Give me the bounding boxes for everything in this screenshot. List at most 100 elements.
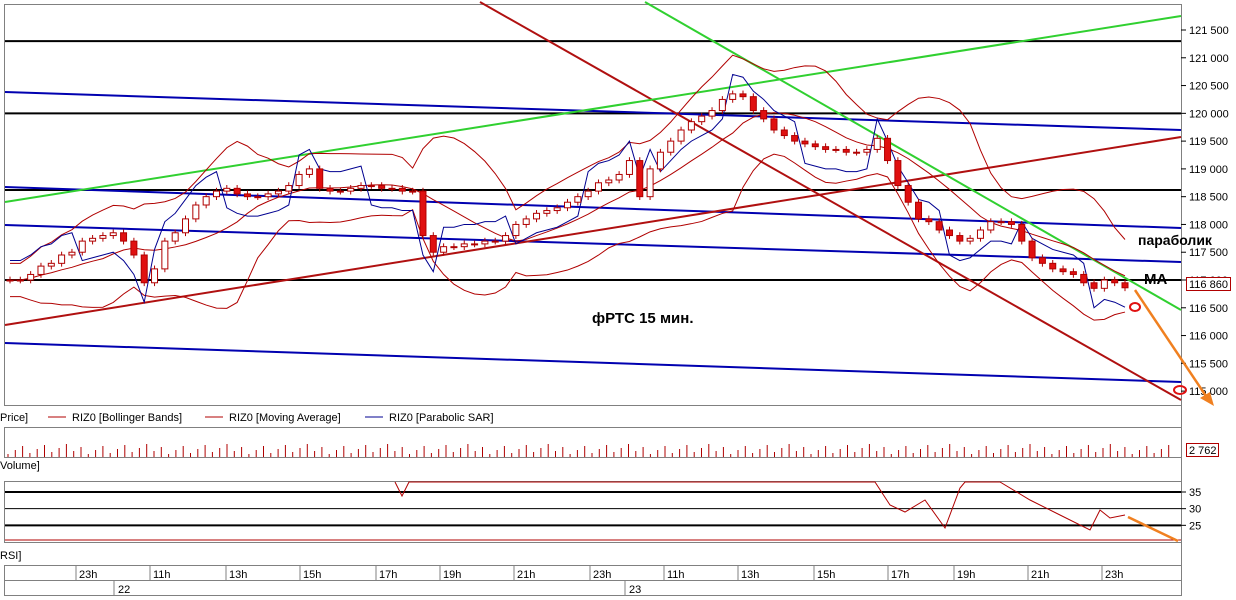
rsi-tick-label: 30: [1189, 504, 1201, 516]
time-hour-label: 15h: [817, 569, 835, 581]
candle-body: [326, 187, 334, 192]
candle-body: [1049, 262, 1057, 270]
candle-body: [264, 193, 272, 198]
time-hour-label: 23h: [1105, 569, 1123, 581]
candle-body: [1090, 282, 1098, 289]
candle-body: [171, 232, 179, 242]
candle-body: [202, 196, 210, 206]
candle-body: [739, 93, 747, 98]
price-axis-ticks: 121 500 121 000 120 500 120 000 119 500 119 0…: [1181, 25, 1229, 398]
time-hour-label: 13h: [741, 569, 759, 581]
candle-body: [1080, 273, 1088, 284]
candle-body: [316, 168, 324, 189]
candle-body: [884, 137, 892, 162]
trading-chart: 121 500 121 000 120 500 120 000 119 500 119 0…: [0, 1, 1231, 596]
price-tick-label: 119 000: [1189, 164, 1228, 176]
candle-body: [615, 173, 623, 181]
candle-body: [605, 179, 613, 184]
price-tick-label: 121 000: [1189, 53, 1229, 65]
volume-value-label: 2 762: [1189, 445, 1217, 457]
candle-body: [956, 235, 964, 242]
candle-body: [16, 279, 24, 282]
candle-body: [791, 135, 799, 142]
candle-body: [481, 240, 489, 245]
candle-body: [677, 129, 685, 142]
time-hour-label: 11h: [153, 569, 171, 581]
price-tick-label: 121 500: [1189, 25, 1229, 37]
candle-body: [460, 243, 468, 248]
candle-body: [285, 185, 293, 192]
candle-body: [68, 251, 76, 256]
candle-body: [1111, 279, 1119, 284]
candle-body: [6, 279, 14, 282]
candle-body: [636, 160, 644, 198]
candle-body: [863, 148, 871, 153]
candle-body: [429, 235, 437, 253]
rsi-tick-label: 35: [1189, 487, 1201, 499]
candle-body: [78, 240, 86, 253]
candle-body: [440, 246, 448, 253]
price-tick-label: 119 500: [1189, 136, 1228, 148]
candle-body: [58, 254, 66, 264]
time-hour-label: 17h: [891, 569, 909, 581]
candle-body: [233, 187, 241, 195]
legend-moving-average: RIZ0 [Moving Average]: [229, 412, 341, 424]
legend-rsi: RSI]: [0, 550, 21, 562]
candle-body: [305, 168, 313, 175]
candle-body: [1007, 221, 1015, 225]
candle-body: [780, 129, 788, 137]
price-tick-label: 118 000: [1189, 219, 1228, 231]
candle-body: [667, 140, 675, 153]
candle-body: [47, 262, 55, 267]
candle-body: [409, 190, 417, 193]
candle-body: [182, 218, 190, 234]
legend-parabolic-sar: RIZ0 [Parabolic SAR]: [389, 412, 494, 424]
candle-body: [27, 273, 35, 281]
candle-body: [223, 187, 231, 192]
candle-body: [749, 96, 757, 112]
candle-body: [471, 243, 479, 246]
time-hour-label: 17h: [379, 569, 397, 581]
candle-body: [625, 160, 633, 175]
candle-body: [1069, 271, 1077, 275]
rsi-tick-label: 25: [1189, 520, 1201, 532]
price-tick-label: 116 500: [1189, 303, 1228, 315]
time-hour-label: 15h: [303, 569, 321, 581]
candle-body: [378, 185, 386, 189]
candle-body: [997, 221, 1005, 224]
candle-body: [336, 190, 344, 193]
candle-body: [367, 185, 375, 188]
candle-body: [1038, 257, 1046, 264]
candle-body: [729, 93, 737, 100]
candle-body: [564, 201, 571, 209]
candle-body: [274, 190, 282, 195]
candle-body: [120, 232, 128, 242]
candle-body: [295, 173, 303, 187]
candle-body: [853, 151, 861, 154]
candle-body: [89, 237, 97, 242]
candle-body: [698, 115, 706, 123]
time-hour-label: 23h: [79, 569, 97, 581]
candle-body: [945, 229, 953, 237]
candle-body: [770, 118, 778, 131]
candle-body: [357, 185, 365, 189]
time-hour-label: 23h: [593, 569, 611, 581]
last-price-label: 116 860: [1189, 279, 1228, 291]
candle-body: [656, 151, 664, 170]
candle-body: [574, 196, 582, 203]
candle-body: [533, 212, 541, 220]
volume-pane: [4, 427, 1182, 458]
candle-body: [584, 190, 592, 198]
candle-body: [915, 201, 923, 220]
time-hour-label: 13h: [229, 569, 247, 581]
candle-body: [37, 265, 45, 275]
candle-body: [1059, 268, 1067, 273]
candle-body: [925, 218, 933, 223]
candle-body: [718, 98, 726, 112]
legend-price: Price]: [0, 412, 28, 424]
price-tick-label: 118 500: [1189, 192, 1228, 204]
candle-body: [1028, 240, 1036, 259]
candle-body: [398, 187, 406, 192]
time-hour-label: 19h: [443, 569, 461, 581]
candle-body: [966, 237, 974, 242]
